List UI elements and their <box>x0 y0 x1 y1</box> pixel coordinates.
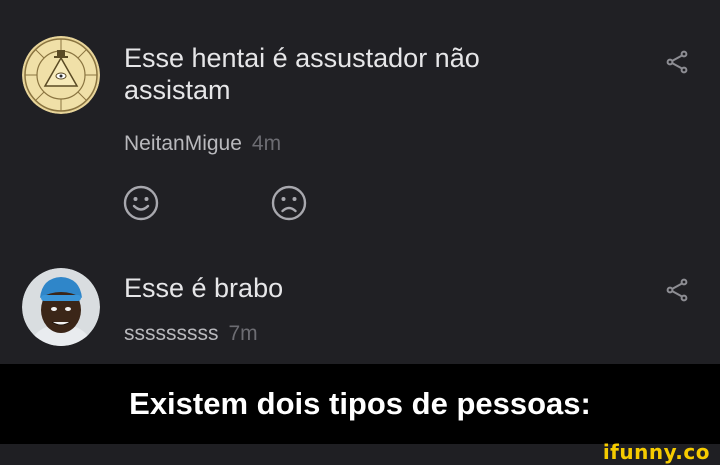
share-icon[interactable] <box>664 49 690 75</box>
comment-text: Esse é brabo <box>124 273 284 303</box>
comment-time: 7m <box>228 322 258 345</box>
frown-icon[interactable] <box>270 184 308 222</box>
user-photo-avatar <box>22 268 100 346</box>
comment-time: 4m <box>251 132 282 155</box>
bill-cipher-wheel-icon <box>22 36 100 114</box>
ifunny-watermark: ifunny.co <box>602 440 710 464</box>
avatar[interactable] <box>22 268 100 346</box>
comment-meta: NeitanMigue 4m <box>124 132 281 156</box>
screen: Esse hentai é assustador não assistam Ne… <box>0 0 720 465</box>
avatar[interactable] <box>22 36 100 114</box>
caption-text: Existem dois tipos de pessoas: <box>129 386 591 421</box>
comment-username[interactable]: sssssssss <box>124 322 219 345</box>
comment-username[interactable]: NeitanMigue <box>124 132 242 155</box>
share-icon[interactable] <box>664 277 690 303</box>
comment-text: Esse hentai é assustador não assistam <box>124 43 480 105</box>
caption-bar: Existem dois tipos de pessoas: <box>0 364 720 444</box>
smile-icon[interactable] <box>122 184 160 222</box>
comment-meta: sssssssss 7m <box>124 322 258 346</box>
